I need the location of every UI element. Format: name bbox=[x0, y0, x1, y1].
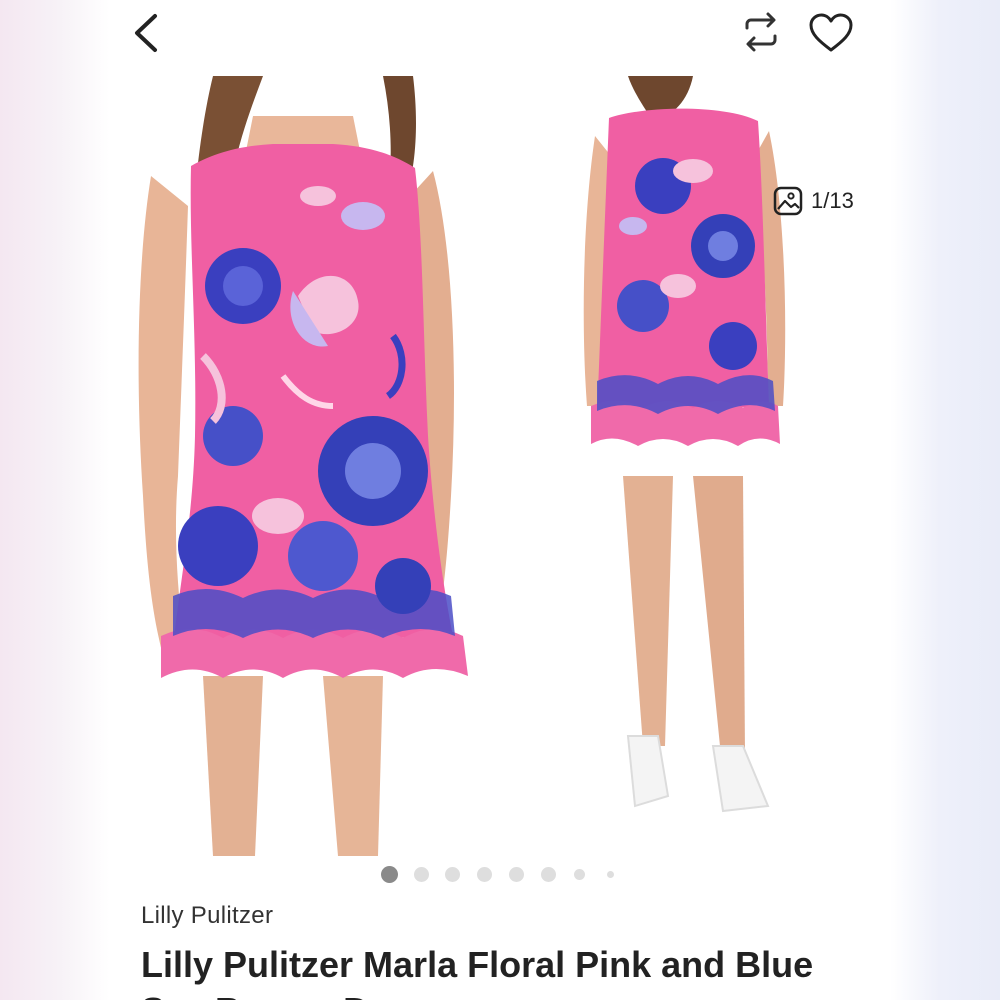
model-back-illustration bbox=[583, 76, 786, 813]
gallery-pagination bbox=[113, 866, 889, 884]
product-photo-back[interactable] bbox=[573, 76, 803, 856]
brand-name[interactable]: Lilly Pulitzer bbox=[141, 902, 273, 930]
app-screen: 1/13 Lilly Pulitzer Lilly Pulitzer Marla… bbox=[113, 0, 889, 1000]
model-front-illustration bbox=[138, 76, 468, 856]
product-image-gallery[interactable]: 1/13 bbox=[113, 76, 889, 856]
page-dot-7[interactable] bbox=[574, 869, 585, 880]
heart-outline-icon bbox=[809, 13, 853, 52]
page-dot-8[interactable] bbox=[607, 871, 614, 878]
image-counter-text: 1/13 bbox=[811, 188, 854, 213]
listing-title-continued: Sea Breeze Dress bbox=[141, 988, 881, 1000]
page-dot-1[interactable] bbox=[381, 866, 398, 883]
repost-button[interactable] bbox=[735, 8, 787, 56]
image-counter[interactable]: 1/13 bbox=[773, 184, 854, 218]
listing-title: Lilly Pulitzer Marla Floral Pink and Blu… bbox=[141, 944, 814, 985]
repost-icon bbox=[745, 12, 777, 52]
page-dot-5[interactable] bbox=[509, 867, 524, 882]
page-dot-2[interactable] bbox=[414, 867, 429, 882]
page-dot-3[interactable] bbox=[445, 867, 460, 882]
like-button[interactable] bbox=[805, 8, 857, 56]
page-dot-6[interactable] bbox=[541, 867, 556, 882]
product-photo-front[interactable] bbox=[133, 76, 493, 856]
chevron-left-icon bbox=[135, 14, 157, 52]
image-icon bbox=[773, 186, 803, 216]
back-button[interactable] bbox=[127, 10, 167, 56]
page-dot-4[interactable] bbox=[477, 867, 492, 882]
